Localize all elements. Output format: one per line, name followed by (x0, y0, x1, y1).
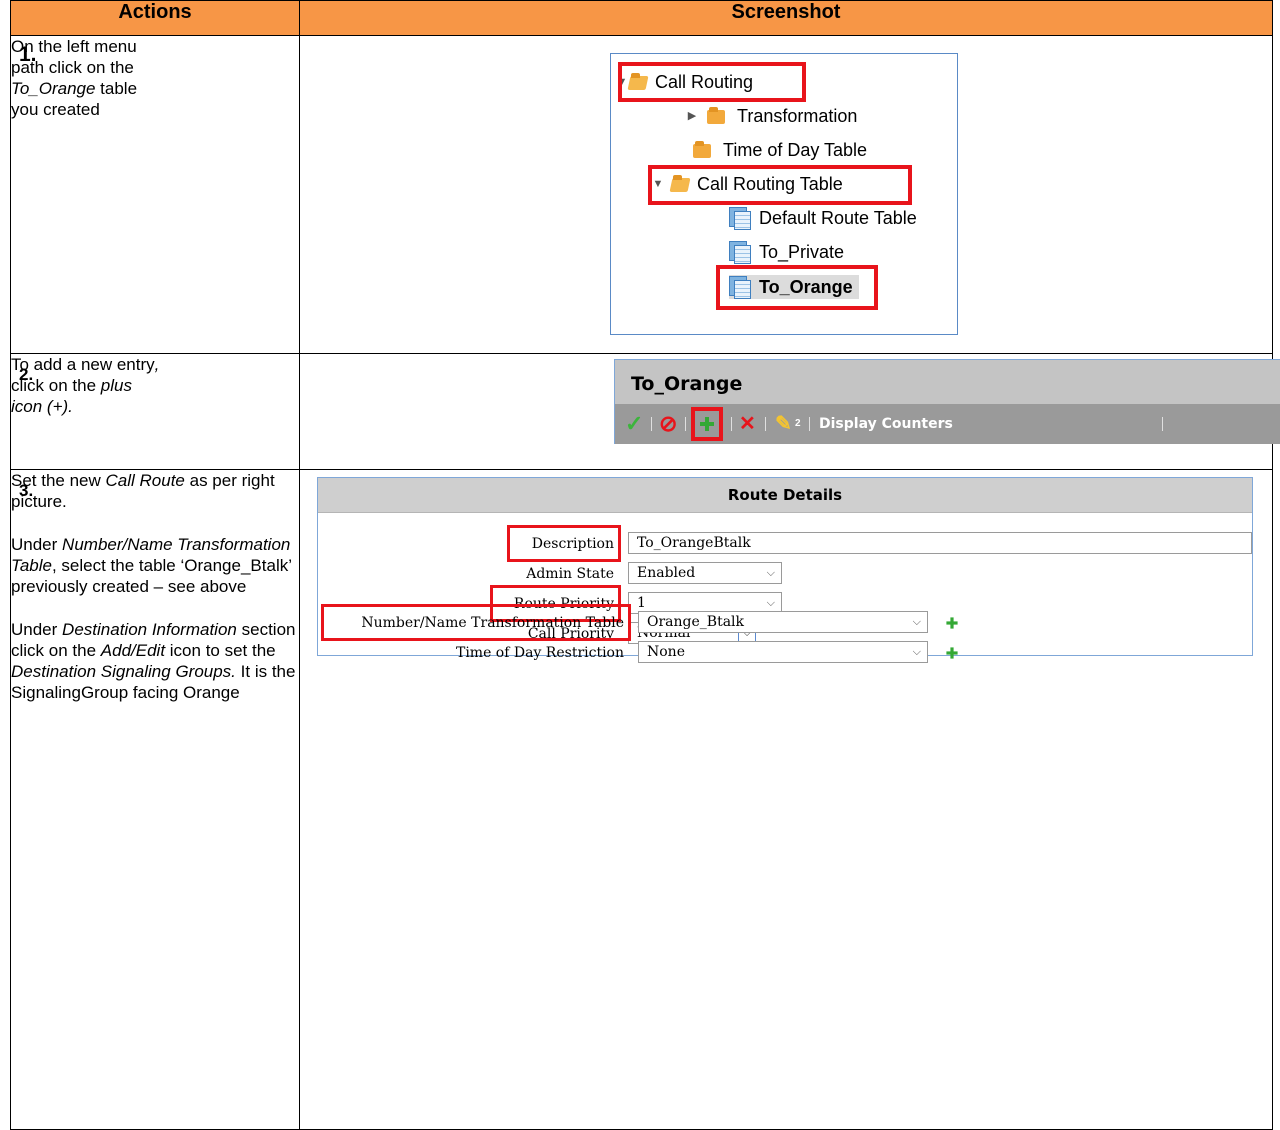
field-value: To_OrangeBtalk (637, 535, 751, 551)
tree-item-label: Transformation (737, 106, 858, 126)
transformation-table-row: Number/Name Transformation Table Orange_… (321, 604, 1262, 641)
instructions-table: Actions Screenshot 1. On the left menu p… (10, 0, 1280, 1130)
step-1-screenshot: ▼ Call Routing ▶ Transformation Time of … (299, 35, 1273, 354)
prohibited-icon[interactable]: ⊘ (659, 404, 677, 444)
display-counters-link[interactable]: Display Counters (819, 404, 953, 444)
step-2-screenshot: To_Orange ✓ ⊘ ✕ ✎ 2 Display Counters (299, 353, 1280, 470)
pencil-subscript: 2 (795, 418, 801, 429)
chevron-down-icon: ⌵ (766, 566, 775, 579)
document-page: Actions Screenshot 1. On the left menu p… (0, 0, 1280, 1130)
time-of-day-restriction-row: Time of Day Restriction None ⌵ (328, 641, 1262, 665)
toolbar-separator (809, 417, 810, 431)
admin-state-row: Admin State Enabled ⌵ (318, 562, 1252, 586)
table-toolbar-panel: To_Orange ✓ ⊘ ✕ ✎ 2 Display Counters (614, 359, 1280, 444)
step-paragraph: Under Destination Information section cl… (11, 619, 299, 703)
step-text: you created (11, 100, 100, 119)
highlight-box (648, 165, 912, 205)
field-value: Orange_Btalk (647, 614, 745, 630)
field-value: None (647, 644, 685, 660)
step-1-action: 1. On the left menu path click on the To… (10, 35, 300, 354)
add-time-of-day-icon[interactable] (946, 647, 958, 659)
field-label: Time of Day Restriction (455, 645, 624, 661)
highlight-box (691, 407, 723, 441)
chevron-down-icon: ⌵ (766, 596, 775, 609)
folder-icon (707, 107, 727, 125)
tree-item-default-route-table[interactable]: Default Route Table (729, 206, 917, 230)
toolbar-separator (765, 417, 766, 431)
admin-state-select[interactable]: Enabled ⌵ (628, 562, 782, 584)
highlight-box (618, 62, 806, 102)
description-field[interactable]: To_OrangeBtalk (628, 532, 1252, 554)
toolbar-separator (1162, 417, 1163, 431)
chevron-down-icon: ⌵ (912, 645, 921, 658)
navigation-tree: ▼ Call Routing ▶ Transformation Time of … (610, 53, 958, 335)
step-emphasis: To_Orange (11, 79, 96, 98)
field-label: Admin State (526, 566, 614, 582)
toolbar-separator (731, 417, 732, 431)
highlight-box (321, 604, 631, 641)
tree-item-label: To_Private (759, 242, 845, 262)
step-emphasis: Add/Edit (100, 641, 166, 660)
highlight-box (716, 265, 878, 310)
step-emphasis: plus (100, 376, 132, 395)
tree-item-to-private[interactable]: To_Private (729, 240, 844, 264)
step-emphasis: Call Route (105, 471, 185, 490)
step-number: 2. (19, 365, 34, 384)
tree-item-label: Time of Day Table (723, 140, 868, 160)
step-text: icon to set the (169, 641, 276, 660)
tree-item-label: Default Route Table (759, 208, 917, 228)
step-emphasis: , (154, 355, 160, 374)
collapsed-arrow-icon[interactable]: ▶ (685, 104, 699, 128)
tree-item-transformation[interactable]: ▶ Transformation (685, 104, 858, 128)
step-number: 1. (19, 43, 37, 66)
highlight-box (507, 525, 621, 562)
table-icon (729, 207, 751, 230)
pencil-icon[interactable]: ✎ (775, 404, 792, 444)
step-paragraph: Set the new Call Route as per right pict… (11, 470, 299, 512)
time-of-day-restriction-select[interactable]: None ⌵ (638, 641, 928, 663)
step-paragraph: Under Number/Name Transformation Table, … (11, 534, 299, 597)
field-value: 1 (637, 595, 646, 611)
table-icon (729, 241, 751, 264)
checkmark-icon[interactable]: ✓ (625, 404, 643, 444)
folder-icon (693, 141, 713, 159)
toolbar-separator (685, 417, 686, 431)
step-number: 3. (19, 481, 34, 500)
step-3-action: 3. Set the new Call Route as per right p… (10, 469, 300, 1130)
step-text: Under (11, 620, 58, 639)
toolbar-title: To_Orange (631, 373, 743, 395)
description-row: Description To_OrangeBtalk (318, 525, 1252, 562)
step-text: , select the table ‘Orange_Btalk’ previo… (11, 556, 292, 596)
screenshot-header: Screenshot (299, 0, 1273, 36)
toolbar-separator (651, 417, 652, 431)
step-text: Under (11, 535, 58, 554)
transformation-table-select[interactable]: Orange_Btalk ⌵ (638, 611, 928, 633)
toolbar: ✓ ⊘ ✕ ✎ 2 Display Counters (615, 404, 1280, 444)
step-text: table (100, 79, 138, 98)
actions-header: Actions (10, 0, 300, 36)
tree-item-time-of-day-table[interactable]: Time of Day Table (693, 138, 867, 162)
field-value: Enabled (637, 565, 696, 581)
step-2-action: 2. To add a new entry, click on the plus… (10, 353, 300, 470)
chevron-down-icon: ⌵ (912, 615, 921, 628)
form-title: Route Details (318, 478, 1252, 513)
step-emphasis: Destination Signaling Groups. (11, 662, 236, 681)
x-icon[interactable]: ✕ (739, 404, 756, 444)
step-3-screenshot: Route Details Description To_OrangeBtalk… (299, 469, 1273, 1130)
step-emphasis: Destination Information (62, 620, 237, 639)
add-transformation-table-icon[interactable] (946, 617, 958, 629)
step-emphasis: icon (+). (11, 397, 73, 416)
